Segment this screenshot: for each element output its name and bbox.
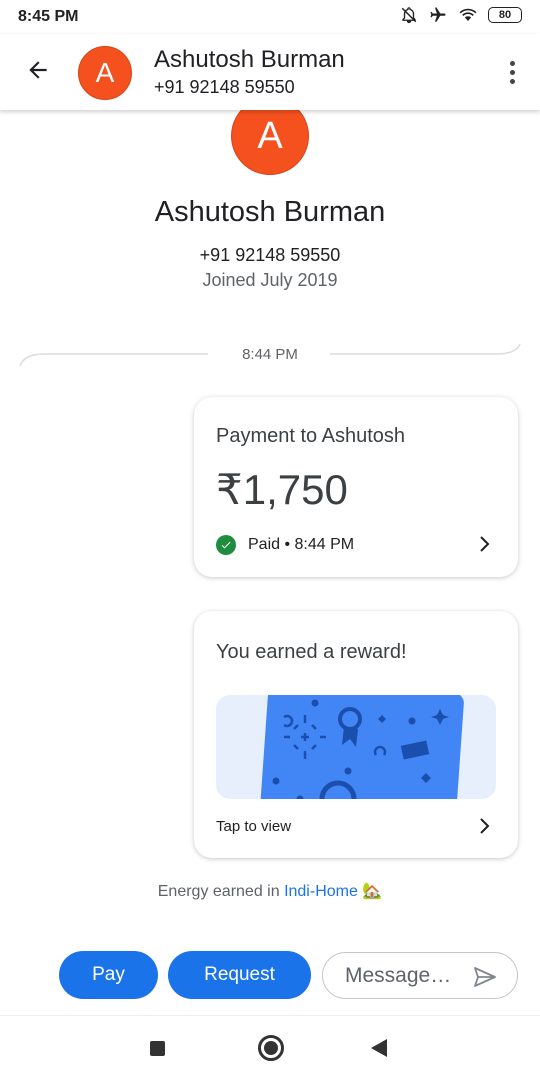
battery-icon: 80 [488,7,522,23]
airplane-icon [428,6,448,24]
scratch-card-icon [216,695,496,799]
check-circle-icon [216,535,236,555]
back-icon[interactable] [371,1039,387,1057]
notifications-off-icon [400,6,418,24]
profile-name: Ashutosh Burman [154,196,386,228]
payment-status: Paid • 8:44 PM [216,535,354,555]
payment-amount: ₹1,750 [216,466,348,513]
tap-to-view-label: Tap to view [216,818,292,835]
status-bar: 8:45 PM 80 [0,0,540,34]
energy-link[interactable]: Indi-Home [284,883,358,900]
payment-card[interactable]: Payment to Ashutosh ₹1,750 Paid • 8:44 P… [194,397,518,577]
energy-prefix: Energy earned in [157,883,285,900]
profile-phone: +91 92148 59550 [199,245,341,265]
back-button[interactable] [20,54,56,90]
home-icon[interactable] [258,1035,284,1061]
payment-title: Payment to Ashutosh [216,425,406,447]
pay-button[interactable]: Pay [59,951,158,999]
chevron-right-icon [478,535,492,558]
request-button[interactable]: Request [168,951,311,999]
status-time: 8:45 PM [18,8,79,25]
house-icon: 🏡 [362,883,383,900]
message-placeholder: Message… [345,963,452,987]
wifi-icon [458,6,478,24]
more-options-button[interactable] [502,56,522,88]
avatar[interactable]: A [78,46,132,100]
profile-joined: Joined July 2019 [202,270,338,290]
contact-phone: +91 92148 59550 [154,77,295,97]
reward-card[interactable]: You earned a reward! Tap to view [194,611,518,858]
reward-title: You earned a reward! [216,641,407,663]
message-input[interactable]: Message… [322,952,518,999]
more-vert-icon [509,60,515,66]
timeline-time: 8:44 PM [242,346,298,363]
payment-status-text: Paid • 8:44 PM [248,536,355,553]
chevron-right-icon [478,817,492,840]
recents-icon[interactable] [150,1041,165,1056]
send-icon[interactable] [473,966,497,994]
system-nav-bar [0,1015,540,1080]
back-arrow-icon [25,57,51,88]
contact-name: Ashutosh Burman [154,46,345,73]
status-icons: 80 [400,6,522,24]
energy-note: Energy earned in Indi-Home 🏡 [0,881,540,901]
app-bar: A Ashutosh Burman +91 92148 59550 [0,34,540,110]
